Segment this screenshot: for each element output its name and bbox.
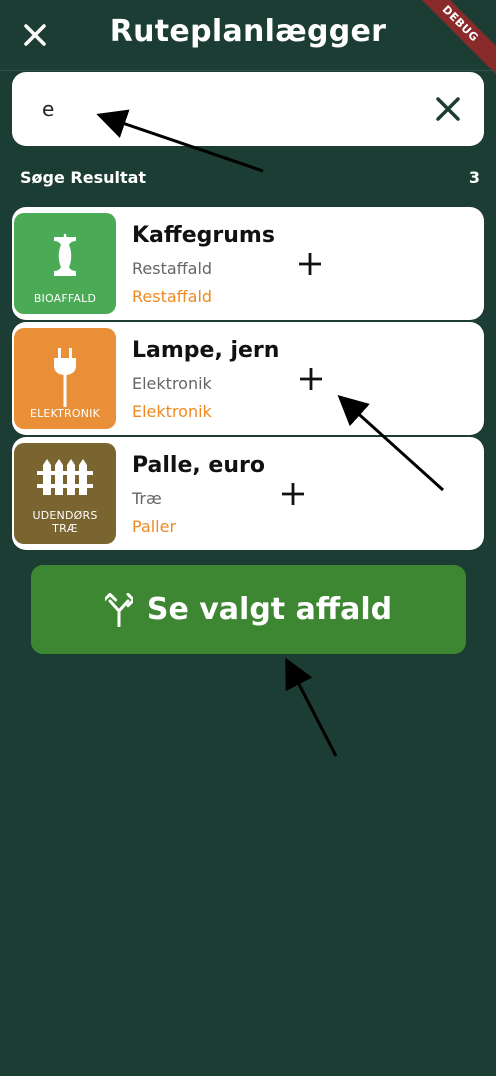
- fence-icon: [37, 459, 93, 495]
- annotation-arrow: [285, 657, 338, 757]
- search-box: [12, 72, 484, 146]
- item-subtitle: Træ: [132, 489, 162, 508]
- item-name: Palle, euro: [132, 453, 265, 478]
- add-button[interactable]: [276, 477, 310, 511]
- item-subtitle: Elektronik: [132, 374, 212, 393]
- list-item[interactable]: BIOAFFALD Kaffegrums Restaffald Restaffa…: [12, 207, 484, 320]
- item-category: Paller: [132, 517, 177, 536]
- results-label: Søge Resultat: [20, 168, 147, 187]
- plus-icon: [282, 483, 304, 505]
- category-tile: UDENDØRS TRÆ: [14, 443, 116, 544]
- list-item[interactable]: ELEKTRONIK Lampe, jern Elektronik Elektr…: [12, 322, 484, 435]
- category-label: BIOAFFALD: [33, 292, 97, 305]
- results-list: BIOAFFALD Kaffegrums Restaffald Restaffa…: [12, 207, 484, 552]
- search-input[interactable]: [42, 90, 402, 128]
- plug-icon: [54, 348, 76, 407]
- view-selected-waste-label: Se valgt affald: [146, 592, 393, 627]
- app-bar: Ruteplanlægger DEBUG: [0, 0, 496, 81]
- clear-icon: [436, 97, 460, 121]
- item-category: Restaffald: [132, 287, 213, 306]
- category-label: UDENDØRS TRÆ: [32, 509, 98, 535]
- fork-arrow-icon: [104, 592, 133, 627]
- plus-icon: [299, 253, 321, 275]
- plus-icon: [300, 368, 322, 390]
- results-count: 3: [468, 168, 480, 187]
- category-label: ELEKTRONIK: [29, 407, 101, 420]
- view-selected-waste-button[interactable]: Se valgt affald: [31, 565, 466, 654]
- list-item[interactable]: UDENDØRS TRÆ Palle, euro Træ Paller: [12, 437, 484, 550]
- item-name: Kaffegrums: [132, 223, 275, 248]
- add-button[interactable]: [294, 362, 328, 396]
- add-button[interactable]: [293, 247, 327, 281]
- item-subtitle: Restaffald: [132, 259, 213, 278]
- item-name: Lampe, jern: [132, 338, 280, 363]
- page-title: Ruteplanlægger: [109, 14, 387, 49]
- apple-core-icon: [54, 233, 76, 276]
- header-divider: [0, 70, 496, 71]
- results-header: Søge Resultat 3: [20, 168, 480, 187]
- item-category: Elektronik: [132, 402, 212, 421]
- category-tile: BIOAFFALD: [14, 213, 116, 314]
- clear-search-button[interactable]: [434, 95, 462, 123]
- category-tile: ELEKTRONIK: [14, 328, 116, 429]
